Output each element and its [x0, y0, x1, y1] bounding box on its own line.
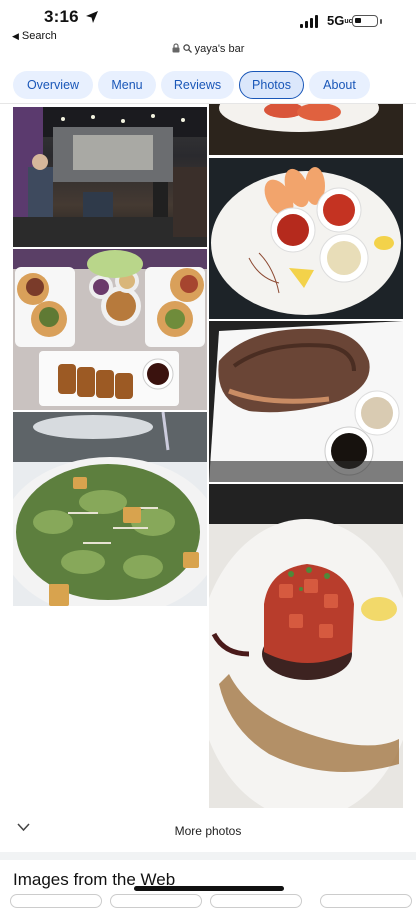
more-photos-row[interactable]: More photos [0, 815, 416, 845]
photo-dish-top[interactable] [209, 104, 403, 155]
tab-reviews[interactable]: Reviews [161, 71, 234, 99]
address-bar[interactable]: yaya's bar [0, 43, 416, 55]
photo-shrimp-sauces[interactable] [209, 158, 403, 319]
location-arrow-icon [86, 11, 98, 23]
clock: 3:16 [44, 7, 79, 26]
place-tabs: Overview Menu Reviews Photos About [0, 67, 416, 104]
web-chip[interactable] [10, 894, 102, 908]
tab-menu[interactable]: Menu [98, 71, 156, 99]
web-chip[interactable] [320, 894, 412, 908]
battery-tip [380, 19, 382, 24]
network-type: 5Guc [327, 13, 353, 28]
section-divider [0, 852, 416, 860]
address-query: yaya's bar [194, 43, 245, 55]
home-indicator[interactable] [134, 886, 284, 891]
lock-icon [172, 43, 180, 53]
tab-about[interactable]: About [309, 71, 370, 99]
search-icon [182, 44, 192, 53]
tab-overview[interactable]: Overview [13, 71, 93, 99]
photo-caesar-salad[interactable] [13, 412, 207, 606]
back-label: Search [21, 30, 57, 42]
back-triangle-icon: ◀ [12, 31, 19, 41]
signal-icon [300, 14, 318, 28]
web-chip[interactable] [210, 894, 302, 908]
web-chip[interactable] [110, 894, 202, 908]
photo-tuna-tartare[interactable] [209, 484, 403, 808]
web-image-chips [0, 894, 416, 908]
status-bar: 3:16 ◀ Search 5Guc yaya's bar [0, 0, 416, 62]
back-to-search-link[interactable]: ◀ Search [12, 30, 57, 42]
photo-steak[interactable] [209, 321, 403, 482]
photo-tacos[interactable] [13, 249, 207, 410]
tab-photos[interactable]: Photos [239, 71, 304, 99]
battery-icon [352, 15, 378, 27]
photo-restaurant-interior[interactable] [13, 107, 207, 247]
more-photos-label: More photos [174, 824, 242, 838]
